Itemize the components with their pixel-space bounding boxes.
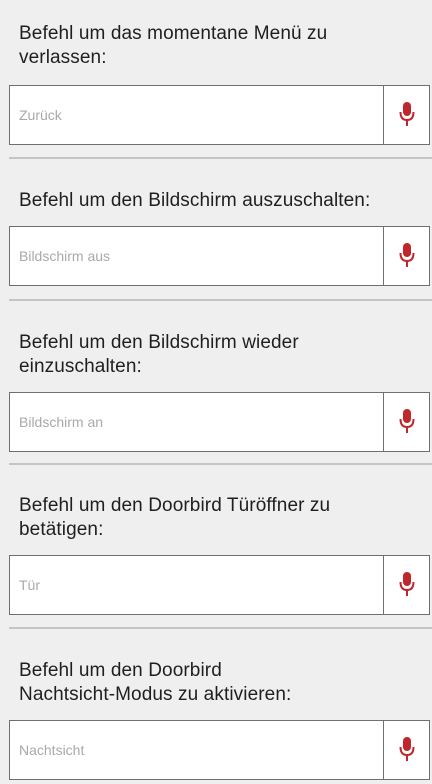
command-field: [9, 555, 430, 615]
voice-command-settings-list: Befehl um das momentane Menü zu verlasse…: [0, 0, 432, 784]
command-label: Befehl um das momentane Menü zu verlasse…: [19, 22, 420, 70]
command-field: [9, 226, 430, 286]
command-label: Befehl um den Doorbird Türöffner zu betä…: [19, 494, 420, 542]
mic-button[interactable]: [383, 721, 429, 779]
command-input-screen-on[interactable]: [10, 393, 385, 451]
mic-button[interactable]: [383, 227, 429, 285]
command-label-line: Befehl um das momentane Menü zu: [19, 23, 328, 44]
command-label-line: Befehl um den Doorbird Türöffner zu: [19, 495, 331, 516]
command-label: Befehl um den Bildschirm auszuschalten:: [19, 189, 420, 213]
command-input-screen-off[interactable]: [10, 227, 385, 285]
mic-button[interactable]: [383, 86, 429, 144]
mic-button[interactable]: [383, 393, 429, 451]
command-label: Befehl um den Bildschirm wieder einzusch…: [19, 331, 420, 379]
command-label-line: verlassen:: [19, 47, 107, 68]
command-input-door-opener[interactable]: [10, 556, 385, 614]
command-input-back[interactable]: [10, 86, 385, 144]
command-setting-night-vision: Befehl um den Doorbird Nachtsicht-Modus …: [0, 629, 432, 784]
command-setting-screen-off: Befehl um den Bildschirm auszuschalten:: [0, 159, 432, 299]
command-label-line: Befehl um den Bildschirm wieder: [19, 332, 299, 353]
command-label-line: Befehl um den Doorbird: [19, 660, 222, 681]
command-label: Befehl um den Doorbird Nachtsicht-Modus …: [19, 659, 420, 707]
command-setting-back: Befehl um das momentane Menü zu verlasse…: [0, 0, 432, 158]
command-field: [9, 392, 430, 452]
command-label-line: Befehl um den Bildschirm auszuschalten:: [19, 190, 371, 211]
command-field: [9, 85, 430, 145]
microphone-icon: [399, 737, 414, 761]
microphone-icon: [399, 102, 414, 126]
command-setting-screen-on: Befehl um den Bildschirm wieder einzusch…: [0, 301, 432, 463]
microphone-icon: [399, 409, 414, 433]
mic-button[interactable]: [383, 556, 429, 614]
command-input-night-vision[interactable]: [10, 721, 385, 779]
command-field: [9, 720, 430, 780]
command-label-line: einzuschalten:: [19, 356, 142, 377]
command-label-line: Nachtsicht-Modus zu aktivieren:: [19, 684, 292, 705]
microphone-icon: [399, 243, 414, 267]
command-label-line: betätigen:: [19, 519, 104, 540]
microphone-icon: [399, 572, 414, 596]
command-setting-door-opener: Befehl um den Doorbird Türöffner zu betä…: [0, 465, 432, 627]
